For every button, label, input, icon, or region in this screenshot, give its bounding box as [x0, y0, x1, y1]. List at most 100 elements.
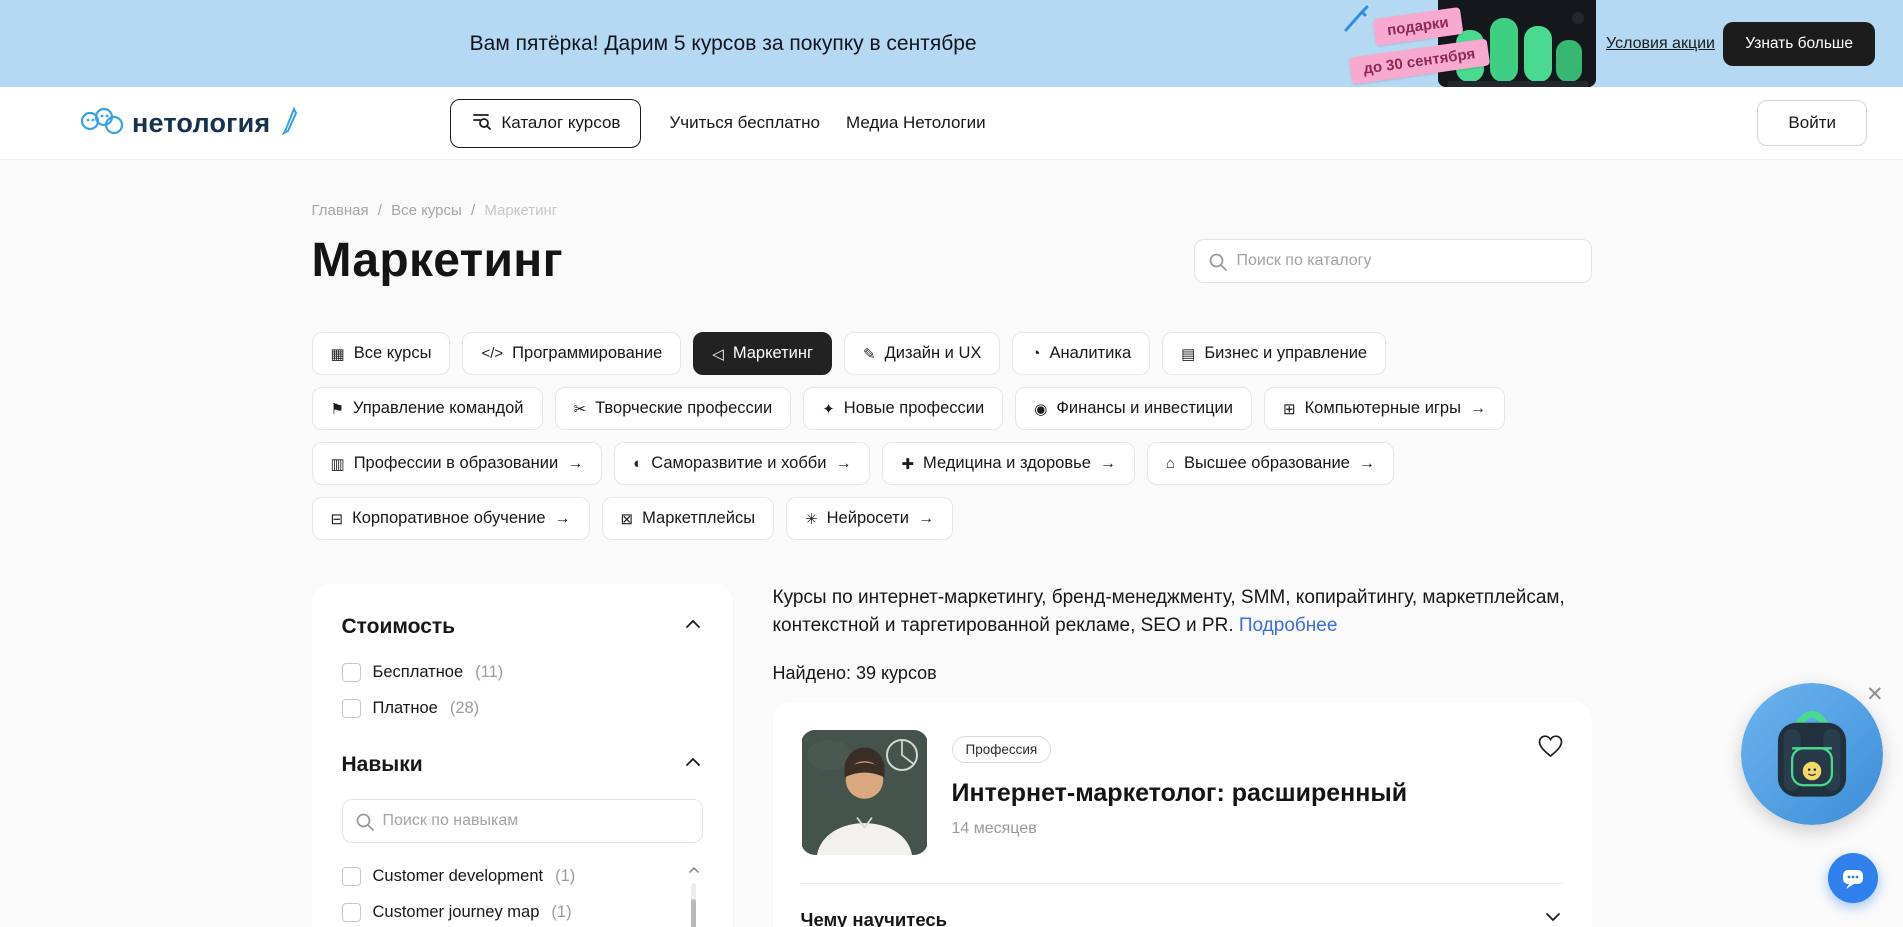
- chip-analytics[interactable]: ◔ Аналитика: [1012, 332, 1150, 375]
- chip-label: Творческие профессии: [595, 399, 772, 418]
- grid-icon: ▦: [331, 345, 345, 363]
- price-filter-options: Бесплатное (11) Платное (28): [342, 663, 703, 718]
- flag-icon: ⚑: [331, 400, 344, 418]
- scrollbar-track[interactable]: [691, 883, 696, 927]
- skills-search: [342, 799, 703, 843]
- chip-education-professions[interactable]: ▥Профессии в образовании→: [312, 442, 603, 485]
- course-info: Профессия Интернет-маркетолог: расширенн…: [952, 730, 1513, 855]
- category-chips: ▦Все курсы </>Программирование ◁Маркетин…: [312, 332, 1592, 540]
- logo-doodle-icon: [80, 104, 124, 143]
- chevron-down-icon[interactable]: [1542, 906, 1564, 927]
- card-divider: [801, 883, 1564, 884]
- page-title: Маркетинг: [312, 233, 563, 288]
- arrow-right-icon: →: [835, 455, 851, 473]
- nav-link-free-learning[interactable]: Учиться бесплатно: [669, 113, 820, 133]
- catalog-button[interactable]: Каталог курсов: [450, 99, 641, 148]
- backpack-promo-widget[interactable]: [1741, 683, 1883, 825]
- chip-finance[interactable]: ◉Финансы и инвестиции: [1015, 387, 1252, 430]
- learn-accordion[interactable]: Чему научитесь: [801, 906, 1564, 927]
- filter-option-paid[interactable]: Платное (28): [342, 699, 703, 718]
- breadcrumb: Главная / Все курсы / Маркетинг: [312, 202, 1592, 219]
- chip-marketing[interactable]: ◁Маркетинг: [693, 332, 832, 375]
- price-filter-header[interactable]: Стоимость: [342, 614, 703, 639]
- chip-label: Саморазвитие и хобби: [651, 454, 826, 473]
- briefcase-icon: ▤: [1181, 345, 1195, 363]
- checkbox[interactable]: [342, 699, 361, 718]
- logo[interactable]: нетология: [80, 104, 300, 143]
- category-description-text: Курсы по интернет-маркетингу, бренд-мене…: [773, 587, 1565, 636]
- skill-option-custdev[interactable]: Customer development (1): [342, 867, 669, 886]
- course-card[interactable]: Профессия Интернет-маркетолог: расширенн…: [773, 702, 1592, 927]
- checkbox[interactable]: [342, 903, 361, 922]
- content-row: Стоимость Бесплатное (11) Платное (28): [312, 584, 1592, 927]
- chip-programming[interactable]: </>Программирование: [462, 332, 681, 375]
- chip-label: Маркетинг: [733, 344, 813, 363]
- scissors-icon: ✂: [574, 400, 587, 418]
- arrow-right-icon: →: [555, 510, 571, 528]
- course-type-badge: Профессия: [952, 736, 1052, 763]
- chip-design-ux[interactable]: ✎Дизайн и UX: [844, 332, 1000, 375]
- promo-terms-link[interactable]: Условия акции: [1606, 35, 1715, 53]
- checkbox[interactable]: [342, 663, 361, 682]
- skill-option-count: (1): [555, 867, 575, 886]
- promo-cta-button[interactable]: Узнать больше: [1723, 22, 1875, 66]
- skill-option-count: (1): [551, 903, 571, 922]
- chip-label: Программирование: [512, 344, 662, 363]
- nav-link-media[interactable]: Медиа Нетологии: [846, 113, 986, 133]
- gamepad-icon: ⊞: [1283, 400, 1296, 418]
- skills-filter-section: Навыки Customer development: [342, 752, 703, 927]
- pie-icon: ◔: [1031, 345, 1040, 362]
- course-duration: 14 месяцев: [952, 820, 1513, 838]
- chip-label: Управление командой: [353, 399, 524, 418]
- main-container: Главная / Все курсы / Маркетинг Маркетин…: [312, 160, 1592, 927]
- chip-marketplaces[interactable]: ⊠Маркетплейсы: [602, 497, 775, 540]
- chip-label: Аналитика: [1049, 344, 1131, 363]
- breadcrumb-home[interactable]: Главная: [312, 202, 369, 219]
- catalog-button-label: Каталог курсов: [501, 113, 620, 133]
- chip-self-development[interactable]: ◐ Саморазвитие и хобби →: [614, 442, 870, 485]
- skills-scrollbar[interactable]: [687, 861, 701, 927]
- chip-computer-games[interactable]: ⊞Компьютерные игры→: [1264, 387, 1505, 430]
- chip-neural-networks[interactable]: ✳Нейросети→: [786, 497, 953, 540]
- more-link[interactable]: Подробнее: [1239, 615, 1338, 636]
- breadcrumb-separator: /: [378, 202, 382, 219]
- learn-title: Чему научитесь: [801, 909, 948, 927]
- arrow-right-icon: →: [567, 455, 583, 473]
- logo-pencil-icon: [278, 107, 300, 140]
- chip-creative[interactable]: ✂ Творческие профессии: [555, 387, 792, 430]
- chip-new-professions[interactable]: ✦Новые профессии: [803, 387, 1003, 430]
- cross-icon: ✚: [901, 455, 914, 473]
- chevron-up-icon[interactable]: [683, 752, 703, 777]
- catalog-filter-search-icon: [471, 111, 491, 136]
- chevron-up-icon[interactable]: [683, 614, 703, 639]
- skills-filter-header[interactable]: Навыки: [342, 752, 703, 777]
- chip-all-courses[interactable]: ▦Все курсы: [312, 332, 451, 375]
- yin-icon: ◐: [633, 455, 642, 472]
- chip-business[interactable]: ▤Бизнес и управление: [1162, 332, 1386, 375]
- scroll-up-icon[interactable]: [687, 861, 701, 879]
- chip-higher-education[interactable]: ⌂Высшее образование→: [1147, 442, 1394, 485]
- favorite-heart-icon[interactable]: [1537, 730, 1564, 855]
- arrow-right-icon: →: [1100, 455, 1116, 473]
- login-button[interactable]: Войти: [1757, 100, 1867, 146]
- promo-banner: Вам пятёрка! Дарим 5 курсов за покупку в…: [0, 0, 1903, 87]
- filter-option-label: Бесплатное: [373, 663, 464, 682]
- results-count: Найдено: 39 курсов: [773, 663, 1592, 684]
- breadcrumb-all-courses[interactable]: Все курсы: [391, 202, 462, 219]
- skill-option-cjm[interactable]: Customer journey map (1): [342, 903, 669, 922]
- chip-corporate[interactable]: ⊟Корпоративное обучение→: [312, 497, 590, 540]
- checkbox[interactable]: [342, 867, 361, 886]
- chat-button[interactable]: [1828, 853, 1878, 903]
- skills-search-input[interactable]: [343, 800, 702, 842]
- chip-medicine[interactable]: ✚Медицина и здоровье→: [882, 442, 1134, 485]
- chip-label: Нейросети: [827, 509, 909, 528]
- chip-label: Новые профессии: [844, 399, 984, 418]
- catalog-search-input[interactable]: [1195, 240, 1591, 282]
- course-title[interactable]: Интернет-маркетолог: расширенный: [952, 779, 1513, 808]
- chip-team-management[interactable]: ⚑ Управление командой: [312, 387, 543, 430]
- scrollbar-thumb[interactable]: [691, 899, 696, 927]
- filters-sidebar: Стоимость Бесплатное (11) Платное (28): [312, 584, 733, 927]
- filter-option-count: (28): [450, 699, 479, 718]
- filter-option-free[interactable]: Бесплатное (11): [342, 663, 703, 682]
- widget-close-icon[interactable]: ✕: [1866, 684, 1884, 705]
